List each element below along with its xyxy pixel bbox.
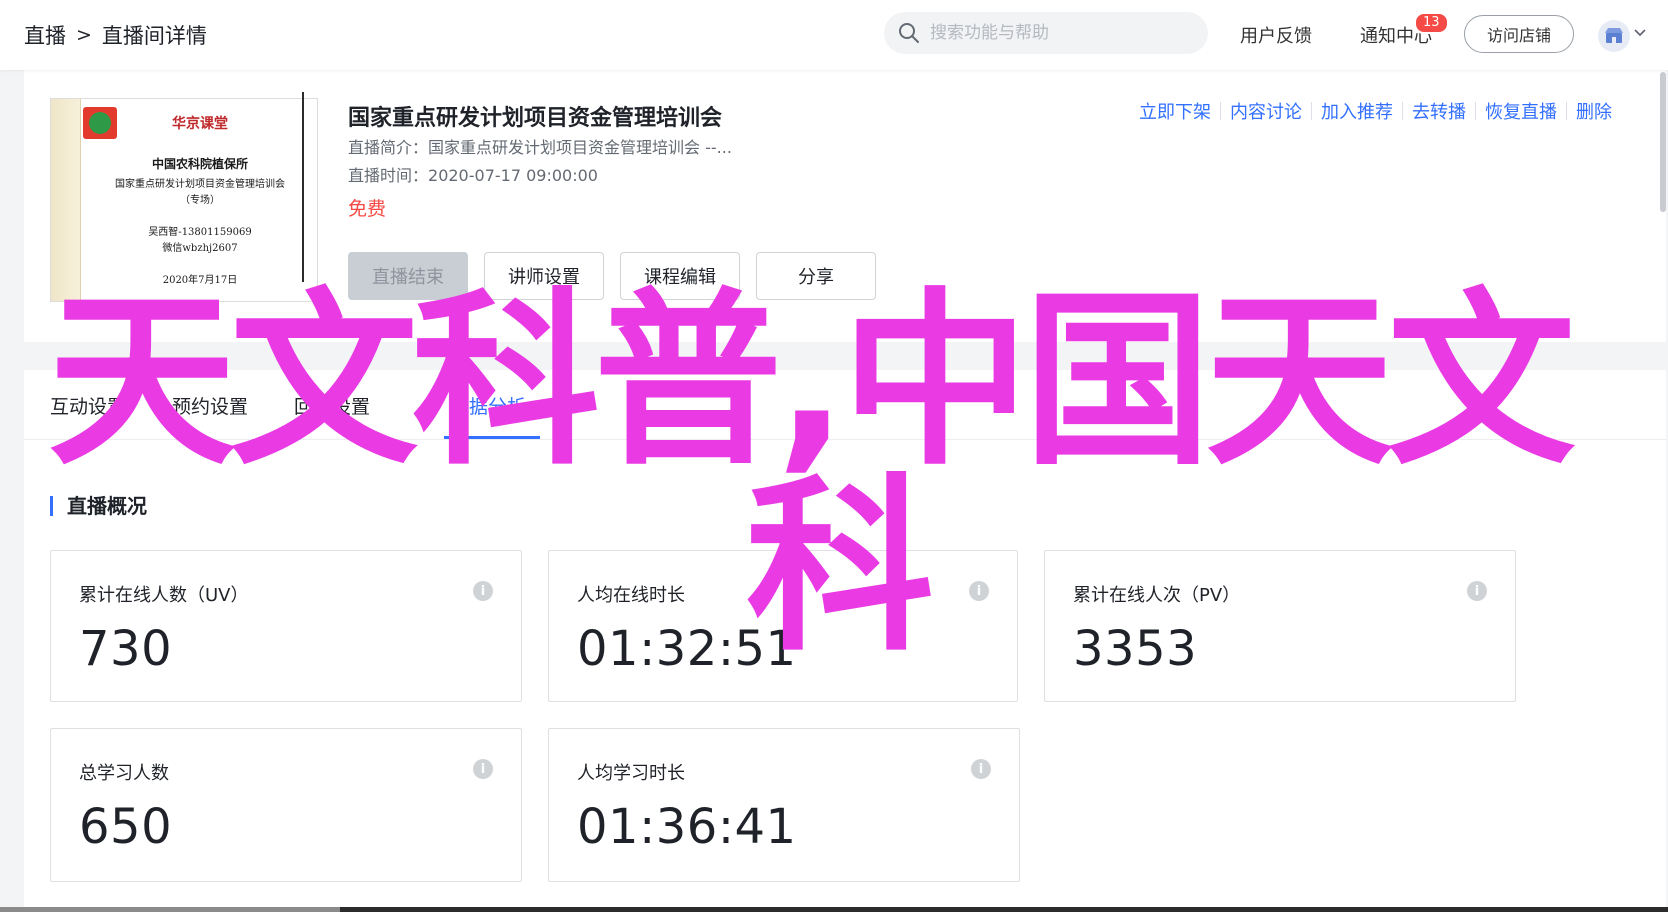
stat-card-avg-learning-time: 人均学习时长 i 01:36:41 xyxy=(548,728,1020,882)
chevron-down-icon[interactable] xyxy=(1634,28,1646,38)
bottom-border-highlight xyxy=(0,907,340,912)
stat-value: 650 xyxy=(79,799,173,855)
action-delist[interactable]: 立即下架 xyxy=(1139,98,1211,124)
stat-value: 01:36:41 xyxy=(577,799,797,855)
stat-label: 累计在线人次（PV） xyxy=(1073,585,1241,606)
cover-divider xyxy=(302,92,304,282)
bottom-border xyxy=(0,907,1668,912)
action-divider xyxy=(1475,102,1476,120)
course-cover-image: 华京课堂 中国农科院植保所 国家重点研发计划项目资金管理培训会 （专场） 吴西智… xyxy=(50,98,318,302)
active-tab-indicator xyxy=(444,436,540,439)
info-icon[interactable]: i xyxy=(971,759,991,779)
action-rebroadcast[interactable]: 去转播 xyxy=(1412,98,1466,124)
info-icon[interactable]: i xyxy=(969,581,989,601)
main-panel: 互动设置 预约设置 回放设置 数据分析 直播概况 累计在线人数（UV） i 73… xyxy=(24,370,1666,912)
stat-label: 人均学习时长 xyxy=(577,763,685,784)
store-avatar-icon[interactable] xyxy=(1598,20,1630,52)
breadcrumb-separator: > xyxy=(76,24,92,46)
stat-card-pv: 累计在线人次（PV） i 3353 xyxy=(1044,550,1516,702)
stat-card-uv: 累计在线人数（UV） i 730 xyxy=(50,550,522,702)
stat-value: 3353 xyxy=(1073,621,1198,677)
info-icon[interactable]: i xyxy=(1467,581,1487,601)
cover-note: （专场） xyxy=(180,195,220,206)
search-box[interactable] xyxy=(884,12,1208,54)
action-divider xyxy=(1566,102,1567,120)
action-resume-live[interactable]: 恢复直播 xyxy=(1485,98,1557,124)
search-input[interactable] xyxy=(930,23,1190,43)
course-edit-button[interactable]: 课程编辑 xyxy=(620,252,740,300)
course-title: 国家重点研发计划项目资金管理培训会 xyxy=(348,106,723,131)
action-delete[interactable]: 删除 xyxy=(1576,98,1612,124)
info-icon[interactable]: i xyxy=(473,759,493,779)
tab-playback-settings[interactable]: 回放设置 xyxy=(294,392,370,419)
stat-label: 总学习人数 xyxy=(79,763,169,784)
intro-text: 国家重点研发计划项目资金管理培训会 --... xyxy=(428,138,732,157)
cover-contact-phone: 吴西智-13801159069 xyxy=(148,227,252,238)
stat-value: 730 xyxy=(79,621,173,677)
breadcrumb-current: 直播间详情 xyxy=(101,24,207,48)
course-time: 直播时间：2020-07-17 09:00:00 xyxy=(348,162,598,186)
breadcrumb-root[interactable]: 直播 xyxy=(24,20,66,50)
top-bar: 直播 > 直播间详情 用户反馈 通知中心 13 访问店铺 xyxy=(0,0,1668,70)
cover-org: 中国农科院植保所 xyxy=(151,157,248,171)
share-button[interactable]: 分享 xyxy=(756,252,876,300)
tab-bar: 互动设置 预约设置 回放设置 数据分析 xyxy=(24,370,1666,440)
stat-value: 01:32:51 xyxy=(577,621,797,677)
cover-date: 2020年7月17日 xyxy=(162,275,238,286)
tab-reservation-settings[interactable]: 预约设置 xyxy=(172,392,248,419)
feedback-link[interactable]: 用户反馈 xyxy=(1240,22,1312,48)
course-button-row: 直播结束 讲师设置 课程编辑 分享 xyxy=(348,252,876,300)
breadcrumb: 直播 > 直播间详情 xyxy=(24,20,207,50)
action-recommend[interactable]: 加入推荐 xyxy=(1321,98,1393,124)
overview-title: 直播概况 xyxy=(50,496,147,516)
cover-event: 国家重点研发计划项目资金管理培训会 xyxy=(115,179,285,190)
stat-card-learners: 总学习人数 i 650 xyxy=(50,728,522,882)
stat-card-avg-online-time: 人均在线时长 i 01:32:51 xyxy=(548,550,1018,702)
action-divider xyxy=(1402,102,1403,120)
end-live-button: 直播结束 xyxy=(348,252,468,300)
cover-contact-wechat: 微信wbzhj2607 xyxy=(162,243,238,254)
time-label: 直播时间： xyxy=(348,166,429,185)
notification-badge: 13 xyxy=(1414,12,1449,34)
tab-interaction-settings[interactable]: 互动设置 xyxy=(50,392,126,419)
action-divider xyxy=(1220,102,1221,120)
tab-data-analysis[interactable]: 数据分析 xyxy=(450,392,526,419)
course-actions: 立即下架 内容讨论 加入推荐 去转播 恢复直播 删除 xyxy=(1139,98,1612,124)
stat-label: 人均在线时长 xyxy=(577,585,685,606)
action-discussion[interactable]: 内容讨论 xyxy=(1230,98,1302,124)
cover-decoration xyxy=(51,99,81,301)
course-price: 免费 xyxy=(348,198,387,220)
action-divider xyxy=(1311,102,1312,120)
intro-label: 直播简介： xyxy=(348,138,429,157)
visit-store-button[interactable]: 访问店铺 xyxy=(1464,15,1574,53)
info-icon[interactable]: i xyxy=(473,581,493,601)
stat-label: 累计在线人数（UV） xyxy=(79,585,249,606)
page-scrollbar[interactable] xyxy=(1660,72,1666,212)
cover-brand: 华京课堂 xyxy=(172,116,228,132)
lecturer-settings-button[interactable]: 讲师设置 xyxy=(484,252,604,300)
course-intro: 直播简介：国家重点研发计划项目资金管理培训会 --... xyxy=(348,134,732,158)
time-value: 2020-07-17 09:00:00 xyxy=(428,166,598,185)
search-icon xyxy=(899,23,919,43)
